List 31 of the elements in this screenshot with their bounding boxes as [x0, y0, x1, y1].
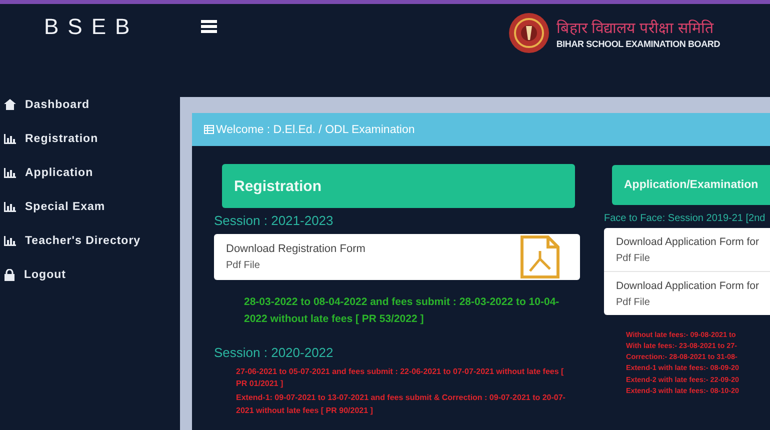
sidebar-item[interactable]: Special Exam	[0, 197, 180, 216]
download-link[interactable]: Download Application Form for Pdf File	[604, 228, 770, 272]
pdf-icon	[520, 235, 560, 279]
session-title: Session : 2021-2023	[214, 213, 334, 228]
site-logo: BSEB	[44, 14, 139, 40]
date-notice: Extend-1: 09-07-2021 to 13-07-2021 and fees submit & Correction : 09-07-2021 to 20-07-2021 without late fees [ PR 90/2021 ]	[236, 392, 566, 417]
card-title: Welcome : D.El.Ed. / ODL Examination	[216, 124, 415, 136]
sidebar-item[interactable]: Application	[0, 163, 180, 182]
date-notice: 27-06-2021 to 05-07-2021 and fees submit : 22-06-2021 to 07-07-2021 without late fees [ PR 01/2021 ]	[236, 366, 565, 390]
sidebar-item[interactable]: Dashboard	[0, 95, 180, 114]
home-icon	[4, 99, 16, 110]
bar-chart-icon	[4, 202, 16, 212]
session-title: Face to Face: Session 2019-21 [2nd	[604, 213, 766, 224]
emblem-icon	[508, 12, 550, 54]
bar-chart-icon	[4, 134, 16, 144]
sidebar-item[interactable]: Registration	[0, 129, 180, 148]
section-heading: Application/Examination	[612, 165, 770, 205]
menu-icon[interactable]	[200, 20, 217, 33]
board-name-hindi: बिहार विद्यालय परीक्षा समिति	[556, 18, 715, 37]
section-heading: Registration	[222, 164, 575, 208]
table-icon	[204, 125, 214, 134]
sidebar-item[interactable]: Logout	[0, 265, 180, 284]
bar-chart-icon	[4, 168, 16, 178]
sidebar-item[interactable]: Teacher's Directory	[0, 231, 180, 250]
date-notice: 28-03-2022 to 08-04-2022 and fees submit : 28-03-2022 to 10-04-2022 without late fees [ PR 53/2022 ]	[244, 295, 560, 327]
session-title: Session : 2020-2022	[214, 344, 334, 360]
download-link[interactable]: Download Application Form for Pdf File	[604, 272, 770, 315]
lock-icon	[4, 268, 15, 280]
board-name: BIHAR SCHOOL EXAMINATION BOARD	[556, 39, 720, 49]
download-link[interactable]: Download Registration Form Pdf File	[214, 234, 580, 280]
bar-chart-icon	[4, 236, 16, 246]
